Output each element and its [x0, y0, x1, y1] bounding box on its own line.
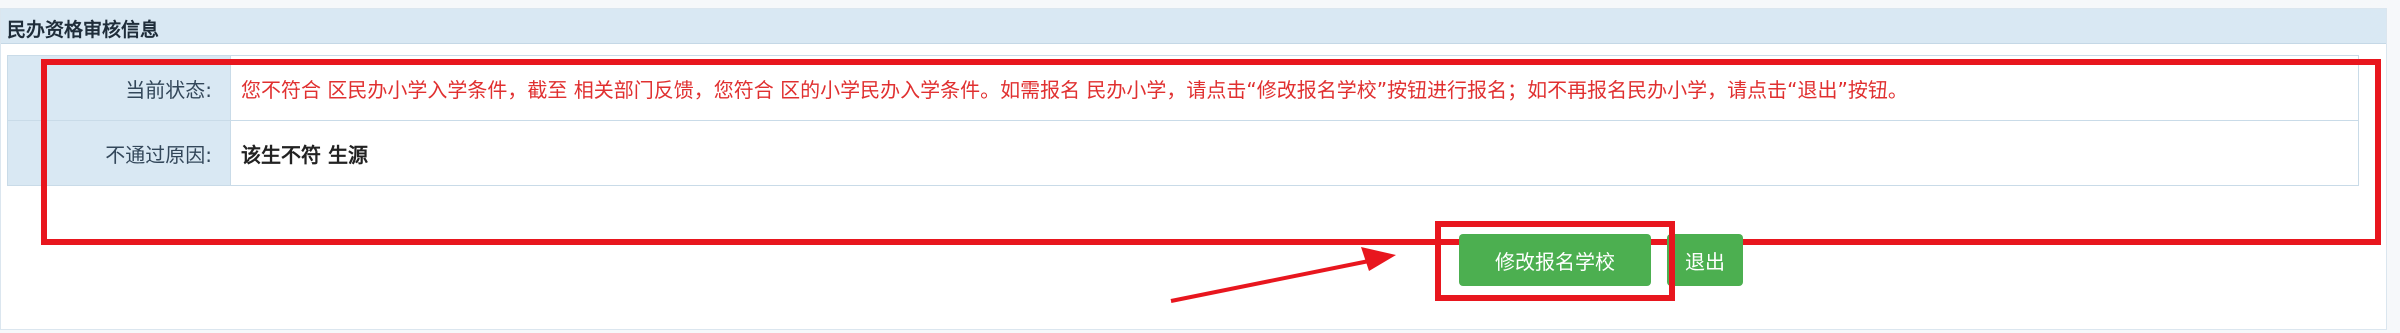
- qualification-panel: 民办资格审核信息 当前状态: 您不符合 区民办小学入学条件，截至 相关部门反馈，…: [0, 8, 2387, 330]
- annotation-arrow-icon: [1170, 247, 1396, 303]
- page: 民办资格审核信息 当前状态: 您不符合 区民办小学入学条件，截至 相关部门反馈，…: [0, 0, 2400, 333]
